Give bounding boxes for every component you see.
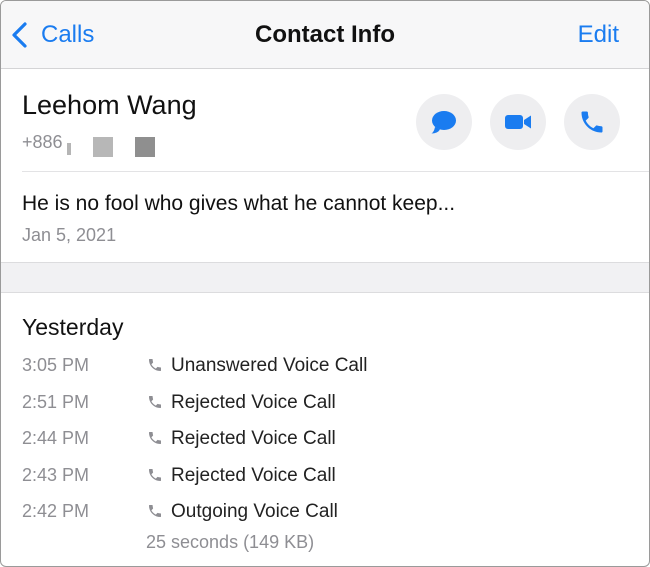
call-type: Outgoing Voice Call [171,501,338,522]
phone-handset-icon [149,469,161,481]
call-history-row: 2:42 PM Outgoing Voice Call [1,501,649,531]
call-type: Rejected Voice Call [171,465,336,486]
video-camera-icon [505,115,531,129]
phone-handset-icon [149,396,161,408]
call-type: Rejected Voice Call [171,428,336,449]
contact-name: Leehom Wang [22,90,197,120]
redacted-digit-block [67,143,71,155]
call-duration-detail: 25 seconds (149 KB) [146,532,315,552]
phone-handset-icon [149,505,161,517]
contact-status-date: Jan 5, 2021 [22,225,117,245]
call-time: 2:43 PM [22,465,90,485]
call-time: 2:42 PM [22,501,90,521]
call-history-row: 2:43 PM Rejected Voice Call [1,465,649,495]
call-type: Rejected Voice Call [171,392,336,413]
navigation-bar: Calls Contact Info Edit [1,1,649,69]
edit-button[interactable]: Edit [578,21,619,49]
call-history-row: 3:05 PM Unanswered Voice Call [1,355,649,385]
phone-handset-icon [149,432,161,444]
message-bubble-icon [431,111,456,134]
contact-status-message: He is no fool who gives what he cannot k… [22,192,456,215]
redacted-digit-block [93,137,113,157]
call-type: Unanswered Voice Call [171,355,368,376]
redacted-digit-block [135,137,155,157]
phone-handset-icon [149,359,161,371]
page-title: Contact Info [255,21,395,48]
video-call-button[interactable] [490,94,546,150]
contact-phone-number: +886 [22,132,63,152]
call-time: 3:05 PM [22,355,90,375]
call-history-heading: Yesterday [22,314,124,340]
contact-info-screen: Calls Contact Info Edit Leehom Wang +886… [0,0,650,567]
call-history-row: 2:44 PM Rejected Voice Call [1,428,649,458]
section-separator [1,262,649,293]
voice-call-button[interactable] [564,94,620,150]
call-history-row: 2:51 PM Rejected Voice Call [1,392,649,422]
call-time: 2:44 PM [22,428,90,448]
section-divider [22,171,649,172]
message-button[interactable] [416,94,472,150]
phone-icon [581,111,603,133]
call-time: 2:51 PM [22,392,90,412]
